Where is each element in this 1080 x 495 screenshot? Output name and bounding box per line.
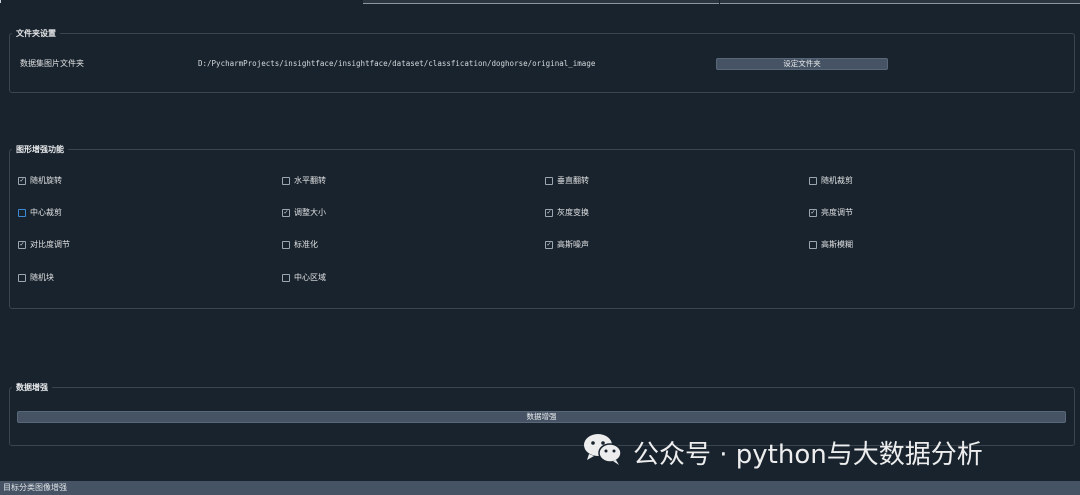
tab-2[interactable] — [363, 0, 719, 4]
checkbox[interactable] — [282, 273, 290, 282]
augment-option-label: 亮度调节 — [821, 208, 853, 217]
checkbox[interactable] — [18, 208, 26, 217]
checkbox[interactable] — [545, 176, 553, 185]
checkbox[interactable] — [809, 176, 817, 185]
folder-settings-title: 文件夹设置 — [16, 29, 56, 38]
augment-option-label: 调整大小 — [294, 208, 326, 217]
augment-option[interactable]: ✓ 高斯噪声 — [545, 239, 589, 250]
augment-option-label: 高斯模糊 — [821, 240, 853, 249]
data-augment-button[interactable]: 数据增强 — [17, 411, 1066, 423]
augment-option[interactable]: 随机裁剪 — [809, 175, 853, 186]
data-augment-title: 数据增强 — [16, 383, 48, 392]
augment-option-label: 高斯噪声 — [557, 240, 589, 249]
augment-option[interactable]: 中心区域 — [282, 272, 326, 283]
checkbox[interactable]: ✓ — [545, 240, 553, 249]
augment-option[interactable]: 随机块 — [18, 272, 54, 283]
augment-option[interactable]: 标准化 — [282, 239, 318, 250]
augment-option[interactable]: 高斯模糊 — [809, 239, 853, 250]
checkbox[interactable] — [282, 176, 290, 185]
augment-option-label: 灰度变换 — [557, 208, 589, 217]
tab-3[interactable] — [720, 0, 1080, 4]
augment-option[interactable]: 水平翻转 — [282, 175, 326, 186]
checkbox[interactable]: ✓ — [18, 240, 26, 249]
checkbox[interactable]: ✓ — [282, 208, 290, 217]
augment-option-label: 标准化 — [294, 240, 318, 249]
checkbox[interactable]: ✓ — [545, 208, 553, 217]
augment-option[interactable]: 垂直翻转 — [545, 175, 589, 186]
augmentation-group: 图形增强功能 — [9, 144, 1075, 309]
checkbox[interactable]: ✓ — [809, 208, 817, 217]
wechat-icon — [583, 432, 623, 473]
augment-option-label: 垂直翻转 — [557, 176, 589, 185]
checkbox[interactable] — [18, 273, 26, 282]
augmentation-title: 图形增强功能 — [16, 145, 64, 154]
augment-option[interactable]: ✓ 调整大小 — [282, 207, 326, 218]
augment-option[interactable]: ✓ 亮度调节 — [809, 207, 853, 218]
checkbox[interactable] — [809, 240, 817, 249]
checkbox[interactable] — [282, 240, 290, 249]
augment-option[interactable]: ✓ 对比度调节 — [18, 239, 70, 250]
dataset-folder-path: D:/PycharmProjects/insightface/insightfa… — [198, 59, 596, 68]
augment-option[interactable]: 中心裁剪 — [18, 207, 62, 218]
augment-option-label: 水平翻转 — [294, 176, 326, 185]
dataset-folder-label: 数据集图片文件夹 — [20, 59, 84, 68]
watermark-text: 公众号 · python与大数据分析 — [633, 440, 983, 470]
augment-option-label: 中心裁剪 — [30, 208, 62, 217]
augment-option-label: 中心区域 — [294, 273, 326, 282]
tab-1[interactable] — [0, 0, 363, 3]
watermark: 公众号 · python与大数据分析 — [583, 432, 983, 473]
set-folder-button[interactable]: 设定文件夹 — [716, 58, 888, 70]
augment-option-label: 随机块 — [30, 273, 54, 282]
augment-option[interactable]: ✓ 随机旋转 — [18, 175, 62, 186]
checkbox[interactable]: ✓ — [18, 176, 26, 185]
augment-option-label: 随机裁剪 — [821, 176, 853, 185]
augment-option[interactable]: ✓ 灰度变换 — [545, 207, 589, 218]
augment-option-label: 随机旋转 — [30, 176, 62, 185]
augment-option-label: 对比度调节 — [30, 240, 70, 249]
tab-bar — [0, 0, 1080, 4]
status-bar: 目标分类图像增强 — [0, 481, 1080, 495]
